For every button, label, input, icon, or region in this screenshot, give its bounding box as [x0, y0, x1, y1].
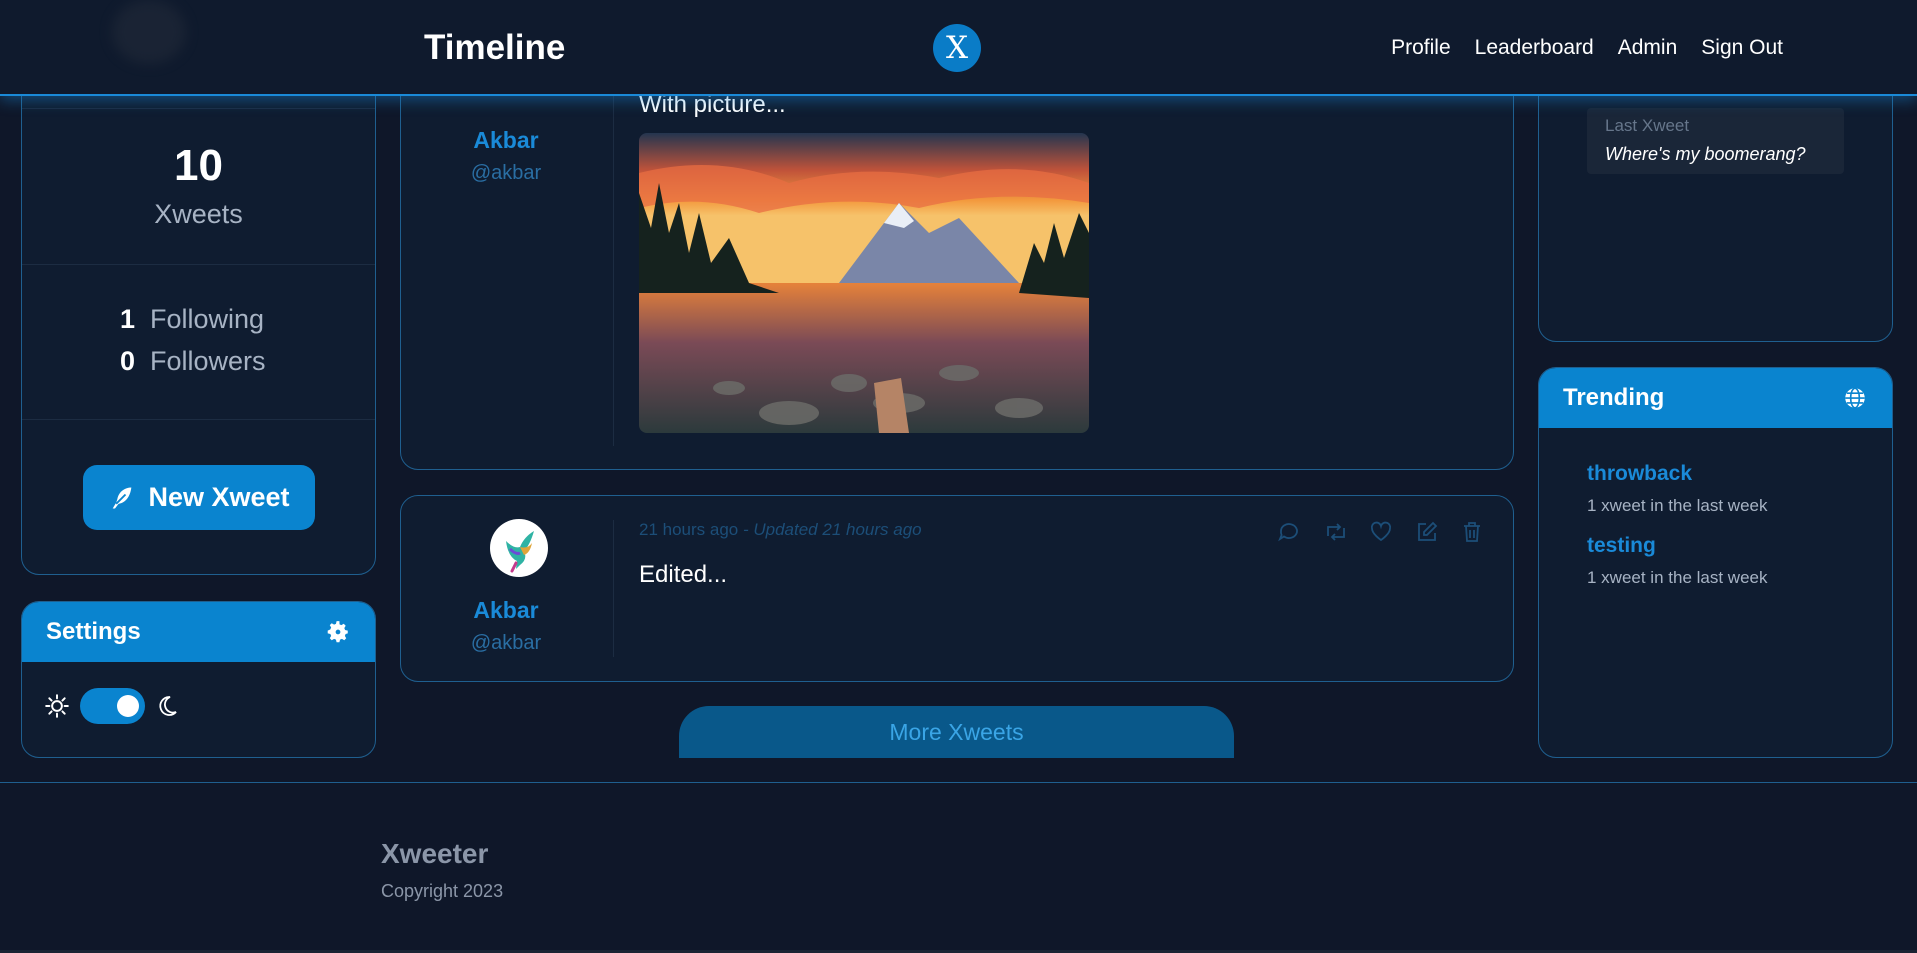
divider	[22, 264, 375, 265]
main-nav: Profile Leaderboard Admin Sign Out	[1391, 36, 1783, 60]
following-stat[interactable]: 1 Following	[120, 304, 264, 335]
comment-icon[interactable]	[1277, 520, 1303, 544]
xweets-stat: 10 Xweets	[22, 141, 375, 230]
xweet-updated: - Updated 21 hours ago	[742, 520, 922, 539]
trending-desc: 1 xweet in the last week	[1587, 496, 1768, 515]
footer-copyright: Copyright 2023	[381, 881, 504, 901]
profile-card: 10 Xweets 1 Following 0 Followers New Xwee…	[21, 60, 376, 575]
nav-link-sign-out[interactable]: Sign Out	[1701, 36, 1783, 60]
new-xweet-label: New Xweet	[148, 482, 290, 512]
trending-item: throwback 1 xweet in the last week	[1587, 462, 1767, 516]
feather-icon	[108, 484, 136, 512]
author-handle[interactable]: @akbar	[401, 162, 611, 185]
settings-title: Settings	[46, 618, 141, 645]
followers-label: Followers	[150, 346, 266, 376]
xweet-text: Edited...	[639, 561, 728, 588]
author-name[interactable]: Akbar	[401, 127, 611, 154]
author-avatar[interactable]	[490, 519, 548, 577]
edit-icon[interactable]	[1415, 520, 1441, 544]
last-xweet-box: Last Xweet Where's my boomerang?	[1587, 108, 1844, 174]
moon-icon	[155, 694, 179, 718]
xweets-label: Xweets	[154, 199, 243, 229]
divider	[22, 108, 375, 109]
following-label: Following	[150, 304, 265, 334]
dark-mode-toggle[interactable]	[80, 688, 145, 724]
last-xweet-label: Last Xweet	[1605, 116, 1690, 135]
avatar	[112, 0, 186, 64]
more-xweets-button[interactable]: More Xweets	[679, 706, 1234, 758]
new-xweet-button[interactable]: New Xweet	[83, 465, 315, 530]
trash-icon[interactable]	[1461, 520, 1487, 544]
trending-title: Trending	[1563, 384, 1665, 411]
nav-link-profile[interactable]: Profile	[1391, 36, 1451, 60]
trending-desc: 1 xweet in the last week	[1587, 568, 1768, 587]
footer-brand: Xweeter	[381, 838, 489, 869]
xweet-author: Akbar @akbar	[401, 127, 611, 185]
rexweet-icon[interactable]	[1323, 520, 1349, 544]
theme-toggle-row	[44, 688, 179, 724]
settings-card: Settings	[21, 601, 376, 758]
trending-tag[interactable]: testing	[1587, 534, 1767, 558]
divider	[613, 520, 614, 657]
trending-item: testing 1 xweet in the last week	[1587, 534, 1767, 588]
author-name[interactable]: Akbar	[401, 597, 611, 624]
trending-card: Trending throwback 1 xweet in the last w…	[1538, 367, 1893, 758]
author-handle[interactable]: @akbar	[401, 632, 611, 655]
nav-link-leaderboard[interactable]: Leaderboard	[1475, 36, 1594, 60]
last-xweet-text: Where's my boomerang?	[1605, 144, 1806, 164]
divider	[22, 419, 375, 420]
xweet-time: 21 hours ago	[639, 520, 739, 539]
nav-link-admin[interactable]: Admin	[1618, 36, 1678, 60]
followers-stat[interactable]: 0 Followers	[120, 346, 266, 377]
followers-count: 0	[120, 346, 136, 376]
trending-header: Trending	[1539, 368, 1892, 428]
xweet-timestamp: 21 hours ago - Updated 21 hours ago	[639, 520, 922, 540]
toggle-knob	[117, 695, 139, 717]
xweet-card: Akbar @akbar 21 hours ago - Updated 21 h…	[400, 495, 1514, 682]
heart-icon[interactable]	[1369, 520, 1395, 544]
xweet-author: Akbar @akbar	[401, 597, 611, 655]
top-navbar: Timeline X Profile Leaderboard Admin Sig…	[0, 0, 1917, 96]
settings-header: Settings	[22, 602, 375, 662]
page-title: Timeline	[424, 28, 566, 67]
xweet-image[interactable]	[639, 133, 1089, 433]
xweet-actions	[1277, 520, 1487, 544]
globe-icon	[1842, 385, 1868, 411]
sun-icon	[44, 693, 70, 719]
app-logo[interactable]: X	[933, 24, 981, 72]
xweet-card: Akbar @akbar With picture...	[400, 30, 1514, 470]
gear-icon[interactable]	[325, 619, 351, 645]
trending-tag[interactable]: throwback	[1587, 462, 1767, 486]
following-count: 1	[120, 304, 136, 334]
xweets-count: 10	[174, 141, 223, 190]
footer-divider	[0, 782, 1917, 783]
